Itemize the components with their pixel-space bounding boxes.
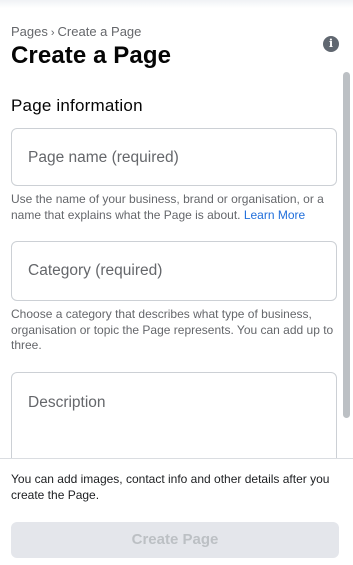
page-name-placeholder: Page name (required) [28, 149, 179, 166]
breadcrumb-separator: › [50, 27, 55, 39]
description-input[interactable]: Description [11, 372, 337, 460]
info-icon[interactable]: i [323, 36, 339, 52]
section-title-page-information: Page information [11, 96, 143, 115]
description-placeholder: Description [28, 394, 106, 411]
page-name-helper-text: Use the name of your business, brand or … [11, 192, 341, 223]
breadcrumb-current: Create a Page [57, 24, 142, 39]
footer: You can add images, contact info and oth… [0, 458, 353, 565]
create-page-button[interactable]: Create Page [11, 522, 339, 558]
scrollbar-thumb[interactable] [343, 72, 350, 418]
breadcrumb: Pages › Create a Page [11, 24, 141, 41]
create-page-panel: Pages › Create a Page Create a Page i Page… [0, 0, 353, 565]
category-input[interactable]: Category (required) [11, 241, 337, 301]
page-title: Create a Page [11, 42, 172, 69]
learn-more-link[interactable]: Learn More [244, 208, 305, 222]
footer-note: You can add images, contact info and oth… [11, 472, 330, 502]
category-helper-text: Choose a category that describes what ty… [11, 307, 334, 352]
breadcrumb-pages-link[interactable]: Pages [11, 24, 48, 39]
category-placeholder: Category (required) [28, 262, 163, 279]
page-name-input[interactable]: Page name (required) [11, 128, 337, 186]
form-scroll-area[interactable]: Pages › Create a Page Create a Page i Page… [0, 0, 353, 460]
